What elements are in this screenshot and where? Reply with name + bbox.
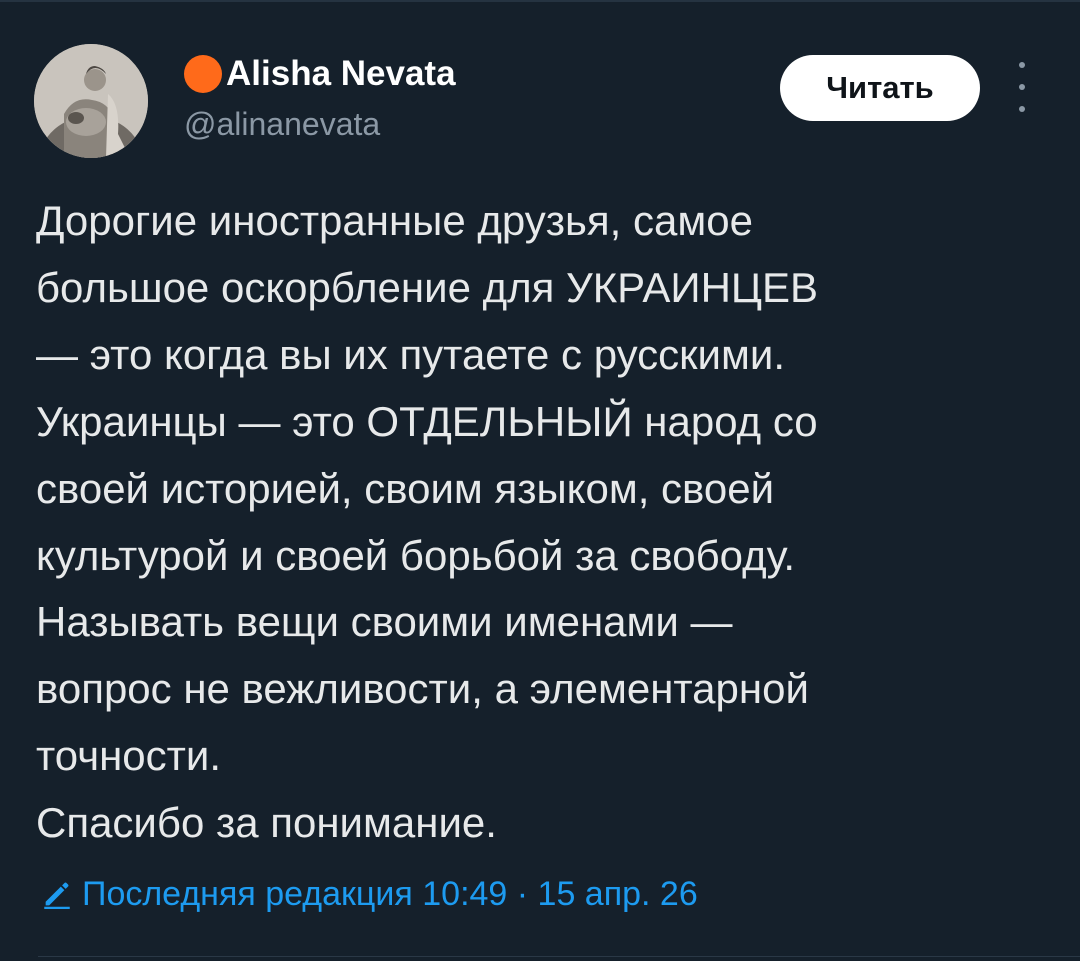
author-handle[interactable]: @alinanevata (184, 106, 380, 143)
tweet-line: культурой и своей борьбой за свободу. (36, 531, 796, 579)
bottom-divider (38, 956, 1080, 957)
tweet-line: своей историей, своим языком, своей (36, 464, 775, 512)
tweet-line: точности. (36, 732, 222, 780)
orange-circle-emoji-icon (184, 55, 222, 93)
more-dot (1019, 106, 1025, 112)
top-divider (0, 0, 1080, 2)
profile-photo-icon (34, 44, 148, 158)
tweet-text: Дорогие иностранные друзья, самое большо… (36, 188, 1046, 857)
edit-history-text[interactable]: Последняя редакция 10:49 · 15 апр. 26 (82, 875, 698, 914)
more-dot (1019, 62, 1025, 68)
tweet-line: Спасибо за понимание. (36, 799, 497, 847)
tweet-card: Alisha Nevata @alinanevata Читать Дороги… (0, 0, 1080, 961)
edit-history-link[interactable]: Последняя редакция 10:49 · 15 апр. 26 (40, 866, 698, 922)
tweet-line: вопрос не вежливости, а элементарной (36, 665, 809, 713)
more-dot (1019, 84, 1025, 90)
pencil-icon (40, 877, 74, 911)
tweet-line: большое оскорбление для УКРАИНЦЕВ (36, 263, 819, 311)
tweet-line: Дорогие иностранные друзья, самое (36, 197, 753, 244)
tweet-line: Украинцы — это ОТДЕЛЬНЫЙ народ со (36, 397, 818, 445)
tweet-line: — это когда вы их путаете с русскими. (36, 330, 785, 378)
follow-button[interactable]: Читать (780, 55, 980, 121)
avatar[interactable] (34, 44, 148, 158)
author-name-row[interactable]: Alisha Nevata (184, 52, 456, 96)
tweet-line: Называть вещи своими именами — (36, 598, 733, 646)
more-vertical-icon[interactable] (1010, 62, 1034, 112)
author-display-name[interactable]: Alisha Nevata (226, 54, 456, 94)
